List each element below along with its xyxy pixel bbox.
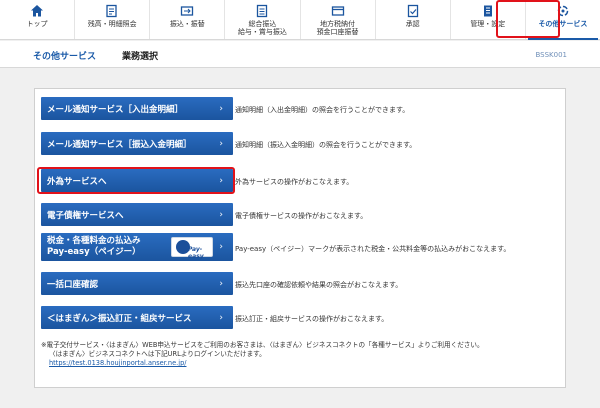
chevron-right-icon: › — [219, 103, 223, 114]
nav-label: 管理・設定 — [470, 20, 506, 28]
nav-label: 振込・振替 — [169, 20, 205, 28]
menu-desc: 通知明細（入出金明細）の照会を行うことができます。 — [235, 106, 410, 114]
pay-easy-logo: Pay-easy — [171, 237, 213, 260]
chevron-right-icon: › — [219, 278, 223, 289]
chevron-right-icon: › — [219, 242, 223, 252]
global-nav: トップ 残高・明細照会 振込・振替 総合振込 給与・賞与振込 地方税納付 預金口… — [0, 0, 600, 40]
other-services-icon — [557, 5, 569, 17]
page-subtitle: 業務選択 — [122, 52, 159, 62]
nav-label: トップ — [26, 20, 48, 28]
button-label: Pay-easy（ペイジー） — [47, 247, 141, 257]
mail-notify-deposit-button[interactable]: メール通知サービス［入出金明細］ › — [41, 97, 233, 120]
notice-line: ※電子交付サービス・〈はまぎん〉WEB申込サービスをご利用のお客さまは、〈はまぎ… — [41, 341, 484, 349]
button-label: 外為サービスへ — [47, 176, 107, 187]
page-title: その他サービス — [33, 52, 97, 62]
menu-desc: 振込先口座の確認依頼や結果の照会がおこなえます。 — [235, 281, 403, 289]
nav-item-top[interactable]: トップ — [0, 0, 76, 39]
button-label: メール通知サービス［入出金明細］ — [47, 104, 184, 115]
balance-icon — [106, 4, 117, 18]
notice-line: 〈はまぎん〉ビジネスコネクトへは下記URLよりログインいただけます。 — [49, 350, 266, 358]
chevron-right-icon: › — [219, 312, 223, 323]
transfer-correction-button[interactable]: ＜はまぎん＞振込訂正・組戻サービス › — [41, 306, 233, 329]
button-label: ＜はまぎん＞振込訂正・組戻サービス — [47, 313, 192, 324]
chevron-right-icon: › — [219, 175, 223, 186]
menu-desc: 振込訂正・組戻サービスの操作がおこなえます。 — [235, 315, 389, 323]
forex-service-button[interactable]: 外為サービスへ › — [41, 169, 233, 192]
settings-icon — [483, 5, 492, 17]
portal-login-link[interactable]: https://test.0138.houjinportal.anser.ne.… — [49, 359, 186, 367]
e-receivables-button[interactable]: 電子債権サービスへ › — [41, 203, 233, 226]
nav-item-balance[interactable]: 残高・明細照会 — [75, 0, 151, 39]
nav-item-approval[interactable]: 承認 — [376, 0, 451, 39]
transfer-icon — [181, 6, 194, 16]
menu-desc: 電子債権サービスの操作がおこなえます。 — [235, 212, 368, 220]
nav-item-transfer[interactable]: 振込・振替 — [150, 0, 226, 39]
screen-id: BSSK001 — [535, 51, 567, 59]
button-label: メール通知サービス［振込入金明細］ — [47, 139, 192, 150]
nav-label: 地方税納付 預金口座振替 — [316, 20, 359, 36]
nav-label: 総合振込 給与・賞与振込 — [237, 20, 287, 36]
nav-label: 承認 — [405, 20, 420, 28]
nav-item-tax[interactable]: 地方税納付 預金口座振替 — [301, 0, 376, 39]
menu-desc: Pay-easy（ペイジー）マークが表示された税金・公共料金等の払込みがおこなえ… — [235, 245, 511, 253]
pay-easy-button[interactable]: 税金・各種料金の払込み Pay-easy（ペイジー） Pay-easy › — [41, 233, 233, 261]
button-label: 電子債権サービスへ — [47, 210, 124, 221]
home-icon — [31, 5, 44, 17]
nav-label: その他サービス — [538, 20, 588, 28]
approval-icon — [407, 4, 418, 18]
chevron-right-icon: › — [219, 209, 223, 220]
bulk-transfer-icon — [257, 4, 268, 18]
nav-item-other-services[interactable]: その他サービス — [526, 0, 600, 40]
chevron-right-icon: › — [219, 138, 223, 149]
tax-icon — [331, 6, 344, 16]
mail-notify-transfer-button[interactable]: メール通知サービス［振込入金明細］ › — [41, 132, 233, 155]
title-bar: その他サービス 業務選択 BSSK001 — [0, 41, 600, 68]
nav-item-settings[interactable]: 管理・設定 — [451, 0, 526, 39]
menu-desc: 通知明細（振込入金明細）の照会を行うことができます。 — [235, 141, 417, 149]
menu-desc: 外為サービスの操作がおこなえます。 — [235, 178, 354, 186]
pay-easy-logo-text: Pay-easy — [188, 246, 204, 260]
bulk-account-check-button[interactable]: 一括口座確認 › — [41, 272, 233, 295]
nav-label: 残高・明細照会 — [87, 20, 137, 28]
nav-item-bulk-transfer[interactable]: 総合振込 給与・賞与振込 — [225, 0, 301, 39]
service-menu-panel: メール通知サービス［入出金明細］ › 通知明細（入出金明細）の照会を行うことがで… — [34, 88, 566, 388]
button-label: 一括口座確認 — [47, 279, 99, 290]
button-label: 税金・各種料金の払込み — [47, 236, 141, 246]
notice-text: ※電子交付サービス・〈はまぎん〉WEB申込サービスをご利用のお客さまは、〈はまぎ… — [41, 341, 561, 368]
